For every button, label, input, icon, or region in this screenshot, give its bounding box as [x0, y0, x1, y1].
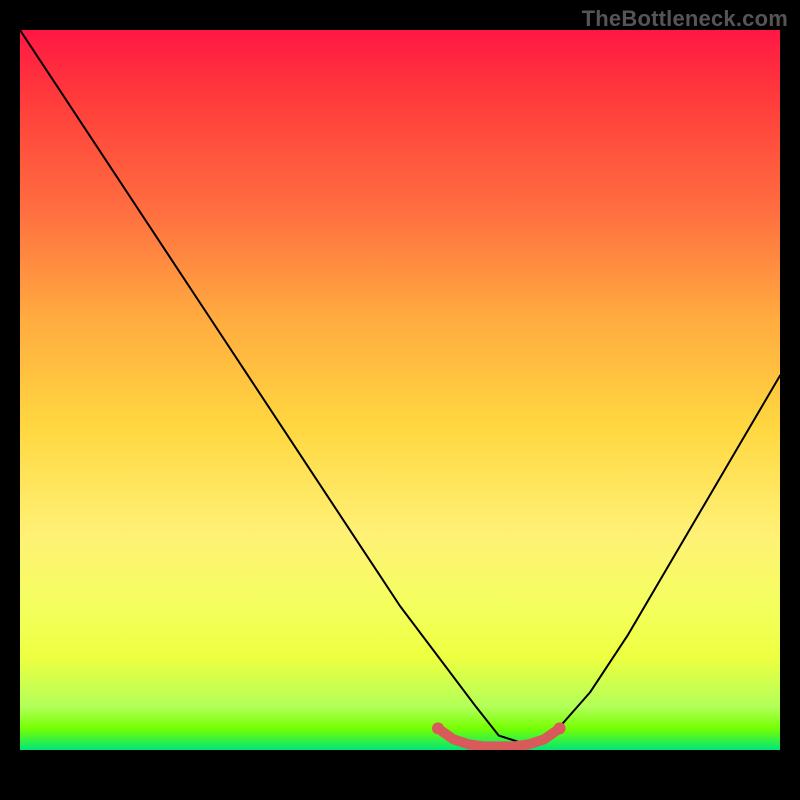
- marker-dot: [554, 722, 566, 734]
- watermark-text: TheBottleneck.com: [582, 6, 788, 32]
- marker-dot: [463, 739, 473, 749]
- marker-dot: [432, 722, 444, 734]
- bottleneck-curve: [20, 30, 780, 743]
- marker-dot: [524, 739, 534, 749]
- chart-canvas: TheBottleneck.com: [0, 0, 800, 800]
- curve-layer: [20, 30, 780, 750]
- plot-area: [20, 30, 780, 750]
